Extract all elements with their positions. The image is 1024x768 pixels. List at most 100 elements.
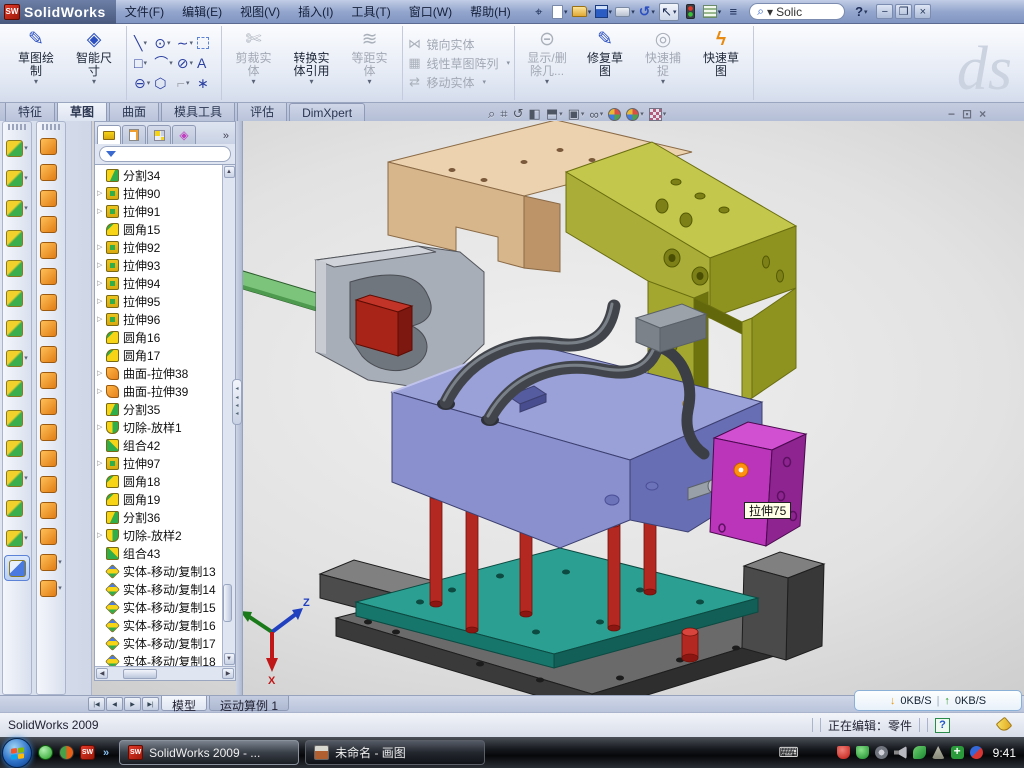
doc-restore-button[interactable]: ⊡ (962, 107, 972, 121)
ribbon-tab[interactable]: DimXpert (289, 103, 365, 121)
document-tab[interactable]: 模型 (161, 696, 207, 711)
feature-tree-item[interactable]: ▷ 组合43 (95, 544, 222, 562)
feature-tool-button[interactable]: ▾ (3, 373, 31, 403)
tray-icon[interactable] (970, 746, 983, 759)
panel-overflow-button[interactable]: » (219, 130, 233, 144)
surface-tool-button[interactable]: ▾ (37, 341, 65, 367)
surface-tool-button[interactable]: ▾ (37, 497, 65, 523)
command-button[interactable]: ◈ 智能尺 寸 ▾ (65, 26, 123, 100)
expand-arrow-icon[interactable]: ▷ (97, 243, 106, 251)
menu-item[interactable]: 编辑(E) (173, 0, 231, 23)
view-tool-button[interactable]: ⌗ ▾ (500, 106, 507, 122)
measure-tool-button[interactable] (4, 555, 30, 581)
feature-tool-button[interactable]: ▾ (3, 133, 31, 163)
language-keyboard-icon[interactable]: ⌨ (778, 744, 798, 761)
surface-tool-button[interactable]: ▾ (37, 419, 65, 445)
propertymanager-tab[interactable] (122, 125, 146, 144)
feature-tool-button[interactable]: ▾ (3, 403, 31, 433)
command-row-button[interactable]: ▦ 线性草图阵列 ▾ (407, 55, 511, 72)
feature-tree-item[interactable]: ▷ 实体-移动/复制15 (95, 598, 222, 616)
menu-item[interactable]: 文件(F) (116, 0, 173, 23)
feature-tool-button[interactable]: ▾ (3, 163, 31, 193)
surface-tool-button[interactable]: ▾ (37, 159, 65, 185)
scroll-up-icon[interactable]: ▲ (224, 166, 235, 178)
command-button[interactable]: ✎ 草图绘 制 ▾ (7, 26, 65, 100)
feature-tree-item[interactable]: ▷ 实体-移动/复制18 (95, 652, 222, 666)
surface-tool-button[interactable]: ▾ (37, 185, 65, 211)
view-tool-button[interactable]: ▾ (649, 108, 667, 121)
sketch-entity-button[interactable]: A ▾ (197, 54, 214, 73)
sketch-entity-button[interactable]: ⬡ ▾ (154, 74, 173, 93)
feature-tool-button[interactable]: ▾ (3, 193, 31, 223)
doc-close-button[interactable]: × (979, 107, 986, 121)
surface-tool-button[interactable]: ▾ (37, 549, 65, 575)
surface-tool-button[interactable]: ▾ (37, 367, 65, 393)
feature-tool-button[interactable]: ▾ (3, 433, 31, 463)
feature-tree-item[interactable]: ▷ 分割34 (95, 166, 222, 184)
surface-tool-button[interactable]: ▾ (37, 211, 65, 237)
view-tool-button[interactable]: ⬒ ▾ (546, 106, 563, 122)
expand-arrow-icon[interactable]: ▷ (97, 279, 106, 287)
view-tool-button[interactable]: ▣ ▾ (568, 106, 585, 122)
feature-tree-item[interactable]: ▷ 圆角17 (95, 346, 222, 364)
scroll-left-icon[interactable]: ◀ (96, 668, 108, 679)
sketch-entity-button[interactable]: □ ▾ (134, 54, 150, 73)
expand-arrow-icon[interactable]: ▷ (97, 297, 106, 305)
model-part-cam-slider[interactable] (233, 246, 484, 390)
feature-tool-button[interactable]: ▾ (3, 523, 31, 553)
selection-filter-icon[interactable]: ≡ (724, 3, 742, 21)
view-tool-button[interactable]: ⌕ ▾ (488, 106, 495, 122)
feature-tree-item[interactable]: ▷ 分割35 (95, 400, 222, 418)
feature-tree-item[interactable]: ▷ 圆角19 (95, 490, 222, 508)
feature-tool-button[interactable]: ▾ (3, 343, 31, 373)
menu-item[interactable]: 窗口(W) (400, 0, 461, 23)
feature-tree-item[interactable]: ▷ 拉伸93 (95, 256, 222, 274)
surface-tool-button[interactable]: ▾ (37, 393, 65, 419)
command-button[interactable]: ⊝ 显示/删 除几... ▾ (518, 26, 576, 100)
feature-tree-item[interactable]: ▷ 组合42 (95, 436, 222, 454)
tray-icon[interactable] (875, 746, 888, 759)
toolbar-grip[interactable] (8, 124, 26, 130)
open-folder-icon[interactable]: ▾ (572, 3, 592, 21)
feature-tree-item[interactable]: ▷ 拉伸91 (95, 202, 222, 220)
feature-tool-button[interactable]: ▾ (3, 463, 31, 493)
print-icon[interactable]: ▾ (615, 3, 635, 21)
view-tool-button[interactable]: ↺ ▾ (513, 106, 524, 122)
configurationmanager-tab[interactable] (147, 125, 171, 144)
close-button[interactable]: × (914, 4, 931, 19)
view-tool-button[interactable]: ∞ ▾ (589, 107, 603, 122)
surface-tool-button[interactable]: ▾ (37, 315, 65, 341)
menu-item[interactable]: 工具(T) (342, 0, 399, 23)
surface-tool-button[interactable]: ▾ (37, 133, 65, 159)
dimxpertmanager-tab[interactable]: ◈ (172, 125, 196, 144)
tray-icon[interactable] (837, 746, 850, 759)
feature-tree-item[interactable]: ▷ 曲面-拉伸39 (95, 382, 222, 400)
scroll-right-icon[interactable]: ▶ (222, 668, 234, 679)
expand-arrow-icon[interactable]: ▷ (97, 459, 106, 467)
feature-tree-item[interactable]: ▷ 曲面-拉伸38 (95, 364, 222, 382)
surface-tool-button[interactable]: ▾ (37, 523, 65, 549)
quick-launch-icon[interactable] (59, 745, 74, 760)
tree-filter-input[interactable] (99, 146, 231, 162)
tray-icon[interactable] (856, 746, 869, 759)
ribbon-tab[interactable]: 特征 (5, 100, 55, 121)
view-tool-button[interactable]: ▾ (608, 108, 621, 121)
quick-tips-icon[interactable]: ? (935, 718, 950, 733)
scroll-down-icon[interactable]: ▼ (224, 653, 235, 665)
start-button[interactable] (2, 738, 32, 768)
feature-tree-item[interactable]: ▷ 拉伸96 (95, 310, 222, 328)
surface-tool-button[interactable]: ▾ (37, 237, 65, 263)
expand-arrow-icon[interactable]: ▷ (97, 261, 106, 269)
feature-tree-item[interactable]: ▷ 圆角16 (95, 328, 222, 346)
menu-item[interactable]: 帮助(H) (461, 0, 520, 23)
command-button[interactable]: ϟ 快速草 图 ▾ (692, 26, 750, 100)
expand-arrow-icon[interactable]: ▷ (97, 387, 106, 395)
feature-tree-item[interactable]: ▷ 拉伸95 (95, 292, 222, 310)
model-part-magenta-block[interactable] (710, 422, 806, 546)
feature-tool-button[interactable]: ▾ (3, 223, 31, 253)
sketch-entity-button[interactable]: ⊙ ▾ (154, 34, 173, 53)
expand-arrow-icon[interactable]: ▷ (97, 315, 106, 323)
view-tool-button[interactable]: ▾ (626, 108, 644, 121)
tray-icon[interactable] (913, 746, 926, 759)
feature-tree-item[interactable]: ▷ 实体-移动/复制17 (95, 634, 222, 652)
